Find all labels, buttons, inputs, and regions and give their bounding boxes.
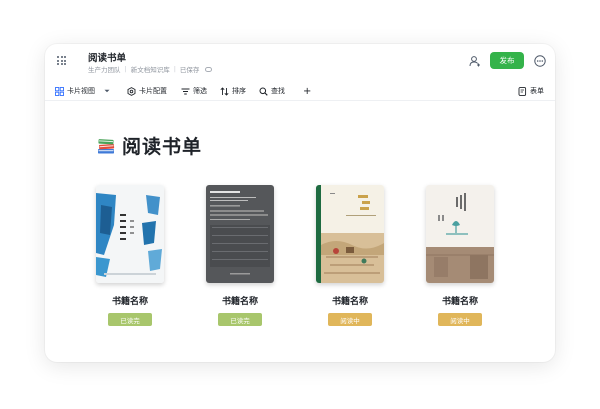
status-badge: 已读完 [108, 313, 152, 326]
card-config-label: 卡片配置 [139, 87, 167, 95]
sort-button[interactable]: 排序 [220, 85, 246, 97]
search-button[interactable]: 查找 [259, 85, 285, 97]
book-name: 书籍名称 [111, 297, 148, 307]
filter-label: 筛选 [193, 87, 207, 95]
page-title: 阅读书单 [122, 136, 203, 158]
status-badge: 已读完 [218, 313, 262, 326]
book-name: 书籍名称 [221, 297, 258, 307]
more-options-icon[interactable] [534, 55, 546, 67]
page-heading: 阅读书单 [96, 132, 202, 159]
view-toolbar: 卡片视图 卡片配置 筛选 排序 查找 + 表单 [45, 81, 555, 101]
filter-button[interactable]: 筛选 [181, 85, 207, 97]
card-view-icon [55, 86, 64, 96]
publish-button[interactable]: 发布 [490, 52, 524, 69]
search-label: 查找 [271, 87, 285, 95]
sort-icon [220, 86, 229, 96]
app-window: 阅读书单 生产力团队 | 新文档知识库 | 已保存 发布 卡片视图 卡片配置 筛… [45, 44, 555, 362]
gear-icon [127, 86, 136, 96]
save-status: 已保存 [179, 66, 200, 74]
book-cover [426, 185, 494, 283]
add-view-button[interactable]: + [303, 85, 311, 97]
breadcrumb: 生产力团队 | 新文档知识库 | 已保存 [88, 64, 213, 74]
book-name: 书籍名称 [331, 297, 368, 307]
books-emoji-icon [98, 138, 115, 153]
doc-title: 阅读书单 [88, 53, 127, 64]
book-cover [206, 185, 274, 283]
form-icon [518, 86, 527, 96]
view-switcher[interactable]: 卡片视图 [55, 85, 110, 97]
form-view-button[interactable]: 表单 [518, 85, 544, 97]
book-cover [96, 185, 164, 283]
breadcrumb-separator: | [173, 65, 176, 73]
doc-header: 阅读书单 生产力团队 | 新文档知识库 | 已保存 发布 [45, 44, 555, 78]
book-name: 书籍名称 [441, 297, 478, 307]
sort-label: 排序 [232, 87, 246, 95]
filter-icon [181, 88, 190, 94]
breadcrumb-team[interactable]: 生产力团队 [88, 64, 121, 74]
card-config-button[interactable]: 卡片配置 [127, 85, 167, 97]
form-label: 表单 [530, 87, 544, 95]
app-grid-icon[interactable] [57, 56, 66, 65]
breadcrumb-wiki[interactable]: 新文档知识库 [131, 64, 170, 74]
breadcrumb-separator: | [124, 65, 127, 73]
chevron-down-icon [104, 89, 110, 93]
search-icon [259, 87, 268, 96]
add-collaborator-icon[interactable] [469, 55, 481, 67]
status-badge: 阅读中 [328, 313, 372, 326]
book-cover [316, 185, 384, 283]
cloud-icon [205, 66, 213, 72]
status-badge: 阅读中 [438, 313, 482, 326]
view-label: 卡片视图 [67, 87, 95, 95]
